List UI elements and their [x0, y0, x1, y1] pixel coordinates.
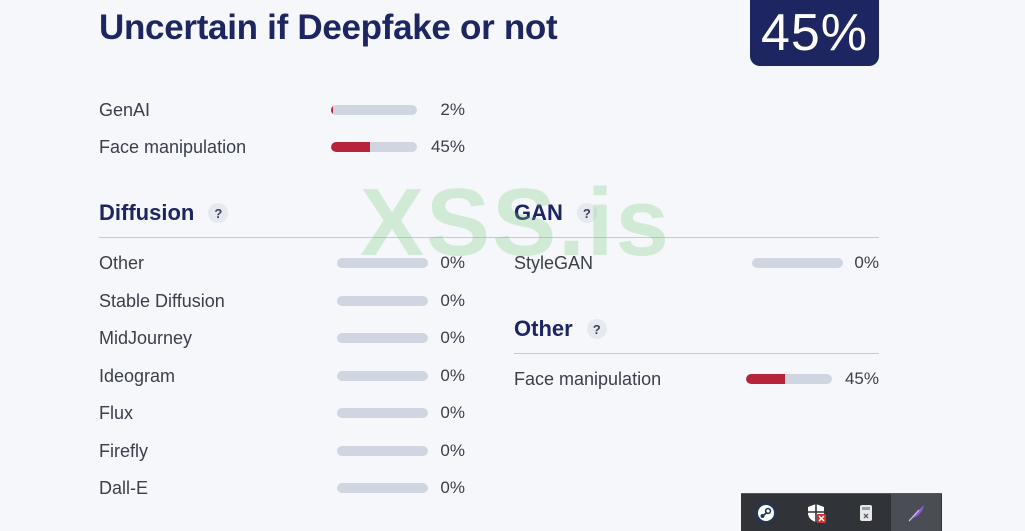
help-icon[interactable]: ?	[586, 319, 607, 339]
diffusion-row-firefly: Firefly 0%	[99, 439, 465, 463]
feather-icon	[908, 505, 924, 522]
gan-section-header: GAN ?	[514, 200, 597, 226]
diffusion-bar	[337, 483, 428, 493]
tray-security[interactable]	[791, 494, 841, 531]
other-row-face-manipulation: Face manipulation 45%	[514, 367, 879, 391]
diffusion-percent: 0%	[440, 403, 465, 422]
diffusion-label: Ideogram	[99, 366, 176, 386]
other-bar-fill	[746, 374, 785, 384]
help-icon[interactable]: ?	[576, 203, 597, 223]
diffusion-row-other: Other 0%	[99, 251, 465, 275]
page-title: Uncertain if Deepfake or not	[99, 8, 558, 47]
summary-label: Face manipulation	[99, 137, 247, 157]
diffusion-row-midjourney: MidJourney 0%	[99, 326, 465, 350]
summary-row-face-manipulation: Face manipulation 45%	[99, 135, 465, 159]
gan-percent: 0%	[854, 253, 879, 272]
system-tray-overflow	[741, 493, 942, 531]
usb-drive-icon	[860, 505, 872, 521]
other-bar	[746, 374, 832, 384]
summary-bar-fill	[331, 105, 333, 115]
diffusion-bar	[337, 258, 428, 268]
diffusion-row-ideogram: Ideogram 0%	[99, 364, 465, 388]
diffusion-label: Dall-E	[99, 478, 149, 498]
diffusion-bar	[337, 371, 428, 381]
summary-label: GenAI	[99, 100, 151, 120]
gan-heading: GAN	[514, 200, 563, 225]
page: Uncertain if Deepfake or not 45% GenAI 2…	[0, 0, 1025, 531]
diffusion-percent: 0%	[440, 328, 465, 347]
tray-steam[interactable]	[741, 494, 791, 531]
tray-feather[interactable]	[891, 494, 941, 531]
summary-percent: 2%	[440, 100, 465, 119]
diffusion-label: Stable Diffusion	[99, 291, 225, 311]
diffusion-percent: 0%	[440, 478, 465, 497]
summary-bar-fill	[331, 142, 370, 152]
other-percent: 45%	[844, 369, 879, 388]
diffusion-row-dall-e: Dall-E 0%	[99, 476, 465, 500]
diffusion-section-header: Diffusion ?	[99, 200, 229, 226]
other-heading: Other	[514, 316, 573, 341]
gan-row-stylegan: StyleGAN 0%	[514, 251, 879, 275]
diffusion-bar	[337, 296, 428, 306]
diffusion-percent: 0%	[440, 291, 465, 310]
diffusion-bar	[337, 408, 428, 418]
summary-bar	[331, 105, 417, 115]
security-shield-icon	[808, 504, 826, 523]
diffusion-percent: 0%	[440, 366, 465, 385]
steam-icon	[756, 503, 776, 523]
summary-row-genai: GenAI 2%	[99, 98, 465, 122]
diffusion-label: Flux	[99, 403, 134, 423]
diffusion-label: Firefly	[99, 441, 148, 461]
diffusion-bar	[337, 333, 428, 343]
summary-bar	[331, 142, 417, 152]
help-icon[interactable]: ?	[208, 203, 229, 223]
diffusion-percent: 0%	[440, 441, 465, 460]
other-label: Face manipulation	[514, 369, 662, 389]
gan-bar	[752, 258, 843, 268]
diffusion-percent: 0%	[440, 253, 465, 272]
gan-label: StyleGAN	[514, 253, 594, 273]
diffusion-heading: Diffusion	[99, 200, 195, 225]
diffusion-row-flux: Flux 0%	[99, 401, 465, 425]
diffusion-divider	[99, 237, 465, 238]
gan-divider	[465, 237, 879, 238]
summary-percent: 45%	[430, 137, 465, 156]
diffusion-label: Other	[99, 253, 145, 273]
other-section-header: Other ?	[514, 316, 607, 342]
diffusion-row-stable-diffusion: Stable Diffusion 0%	[99, 289, 465, 313]
tray-usb[interactable]	[841, 494, 891, 531]
diffusion-label: MidJourney	[99, 328, 193, 348]
diffusion-bar	[337, 446, 428, 456]
score-badge: 45%	[750, 0, 879, 66]
other-divider	[514, 353, 879, 354]
